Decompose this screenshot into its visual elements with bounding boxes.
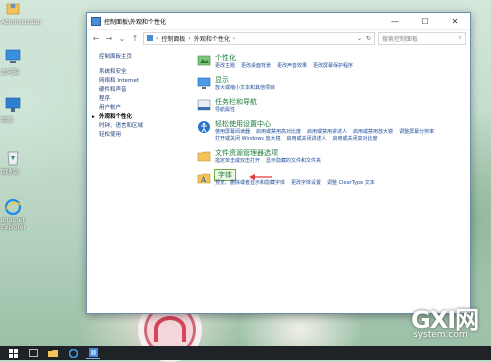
folder-options-icon [197,151,211,162]
category-title[interactable]: 个性化 [215,53,464,63]
sidebar-item-ease-of-access[interactable]: 轻松使用 [89,131,169,140]
display-icon [197,77,211,89]
main-panel: 个性化 更改主题 更改桌面背景 更改声音效果 更改屏幕保护程序 显示 放大或缩小… [197,53,464,192]
network-icon [3,96,23,114]
link-text-size[interactable]: 放大或缩小文本和其他项目 [215,85,275,92]
sidebar-item-network[interactable]: 网络和 Internet [89,77,169,86]
desktop-icon-recycle-bin[interactable]: 回收站 [0,148,26,176]
forward-arrow-icon[interactable]: → [104,34,114,43]
address-path[interactable]: › 控制面板 › 外观和个性化 › ⌄ ↻ [143,31,375,45]
taskbar [0,346,491,360]
link-cleartype[interactable]: 调整 ClearType 文本 [327,180,375,187]
window-title: 控制面板\外观和个性化 [104,18,167,26]
start-windows-icon[interactable] [6,348,20,358]
breadcrumb-chevron-icon[interactable]: › [233,35,235,42]
title-bar[interactable]: 控制面板\外观和个性化 — ☐ ✕ [87,13,470,30]
sidebar-item-appearance[interactable]: 外观和个性化 [89,113,169,122]
taskbar-icon [197,99,211,111]
category-personalization: 个性化 更改主题 更改桌面背景 更改声音效果 更改屏幕保护程序 [197,53,464,70]
link-accessibility[interactable]: 启用或关闭讲述人 [287,136,327,143]
refresh-icon[interactable]: ↻ [366,35,371,42]
desktop-icon-network[interactable]: 网络 [0,96,26,124]
sidebar-item-system-security[interactable]: 系统和安全 [89,68,169,77]
maximize-button[interactable]: ☐ [410,13,440,29]
category-fonts: A 字体 预览、删除或者显示和隐藏字体 更改字体设置 调整 ClearType … [197,169,464,187]
close-button[interactable]: ✕ [440,13,470,29]
fonts-icon: A [197,173,211,184]
category-display: 显示 放大或缩小文本和其他项目 [197,75,464,92]
control-panel-window: 控制面板\外观和个性化 — ☐ ✕ ← → ⌄ ↑ › 控制面板 › 外观和个性… [86,12,471,314]
link-navigation-properties[interactable]: 导航属性 [215,107,235,114]
link-accessibility[interactable]: 使用屏幕阅读器 [215,129,250,136]
breadcrumb-chevron-icon[interactable]: › [156,35,158,42]
link-single-double-click[interactable]: 指定单击或双击打开 [215,158,260,165]
sidebar-item-clock-region[interactable]: 时钟、语言和区域 [89,122,169,131]
address-bar: ← → ⌄ ↑ › 控制面板 › 外观和个性化 › ⌄ ↻ 搜索控制面板 ⌕ [87,30,470,46]
personalization-icon [197,55,211,66]
desktop-icon-label: 网络 [1,117,14,124]
up-arrow-icon[interactable]: ↑ [130,34,140,43]
category-title[interactable]: 文件资源管理器选项 [215,148,464,158]
watermark-domain: system.com [413,330,468,340]
desktop-icon-user[interactable]: Administrator [0,0,42,26]
sidebar-item-home[interactable]: 控制面板主页 [89,53,169,62]
search-input[interactable]: 搜索控制面板 ⌕ [378,31,466,45]
sidebar-item-user-accounts[interactable]: 用户帐户 [89,104,169,113]
control-panel-icon [91,16,101,26]
link-screen-saver[interactable]: 更改屏幕保护程序 [313,63,353,70]
link-accessibility[interactable]: 调整屏幕分辨率 [399,129,434,136]
link-desktop-background[interactable]: 更改桌面背景 [241,63,271,70]
file-explorer-icon[interactable] [46,348,60,358]
recent-dropdown-icon[interactable]: ⌄ [117,34,127,43]
red-arrow-annotation [249,174,272,180]
control-panel-taskbar-icon[interactable] [86,348,100,359]
link-show-hidden-files[interactable]: 显示隐藏的文件和文件夹 [266,158,321,165]
desktop-icon-label: Administrator [1,19,42,26]
category-title[interactable]: 轻松使用设置中心 [215,119,464,129]
desktop-icon-label: 回收站 [1,169,20,176]
breadcrumb-control-panel[interactable]: 控制面板 [161,34,185,43]
desktop-icon-label: Internet Explorer [1,217,26,231]
link-sound-effects[interactable]: 更改声音效果 [277,63,307,70]
category-title[interactable]: 显示 [215,75,464,85]
link-accessibility[interactable]: 打开或关闭 Windows 放大镜 [215,136,281,143]
link-accessibility[interactable]: 启用或禁用讲述人 [307,129,347,136]
control-panel-small-icon [147,35,153,41]
category-ease-of-access: 轻松使用设置中心 使用屏幕阅读器 启用或禁用高对比度 启用或禁用讲述人 启用或禁… [197,119,464,143]
category-file-explorer-options: 文件资源管理器选项 指定单击或双击打开 显示隐藏的文件和文件夹 [197,148,464,165]
link-preview-fonts[interactable]: 预览、删除或者显示和隐藏字体 [215,180,285,187]
svg-text:A: A [200,176,207,184]
search-placeholder: 搜索控制面板 [382,35,419,43]
ease-of-access-icon [198,121,210,133]
category-title[interactable]: 任务栏和导航 [215,97,464,107]
link-font-settings[interactable]: 更改字体设置 [291,180,321,187]
sidebar: 控制面板主页 系统和安全 网络和 Internet 硬件和声音 程序 用户帐户 … [89,53,169,140]
link-accessibility[interactable]: 启用或禁用高对比度 [256,129,301,136]
breadcrumb-appearance[interactable]: 外观和个性化 [194,34,230,43]
sidebar-item-programs[interactable]: 程序 [89,95,169,104]
back-arrow-icon[interactable]: ← [91,34,101,43]
desktop-icon-ie[interactable]: Internet Explorer [0,198,26,231]
fonts-title-highlight[interactable]: 字体 [214,169,236,181]
breadcrumb-chevron-icon[interactable]: › [188,35,190,42]
link-change-theme[interactable]: 更改主题 [215,63,235,70]
internet-explorer-icon [3,198,23,216]
site-watermark: GXI网 system.com [391,300,489,346]
desktop-icon-this-pc[interactable]: 此电脑 [0,48,26,76]
link-accessibility[interactable]: 启用或禁用放大镜 [353,129,393,136]
computer-icon [3,48,23,66]
link-accessibility[interactable]: 启用或关闭高对比度 [333,136,378,143]
recycle-bin-icon [3,148,23,166]
search-icon: ⌕ [458,34,462,41]
desktop-icon-label: 此电脑 [1,69,20,76]
category-taskbar: 任务栏和导航 导航属性 [197,97,464,114]
task-view-icon[interactable] [26,348,40,358]
minimize-button[interactable]: — [380,13,410,29]
sidebar-item-hardware-sound[interactable]: 硬件和声音 [89,86,169,95]
edge-browser-icon[interactable] [66,348,80,358]
user-folder-icon [3,0,23,18]
address-dropdown-icon[interactable]: ⌄ [357,35,362,42]
